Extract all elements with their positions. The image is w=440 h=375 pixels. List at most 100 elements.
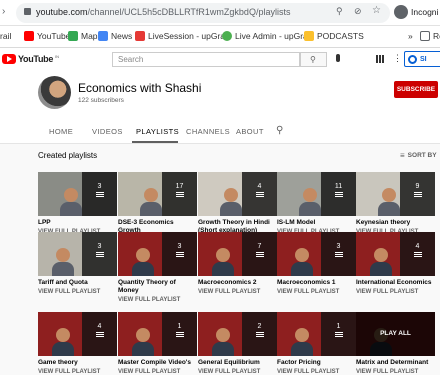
more-vert-icon[interactable]: ⋮ xyxy=(393,53,402,64)
playlist-title[interactable]: International Economics xyxy=(356,279,435,287)
lock-icon xyxy=(24,8,31,15)
playlist-title[interactable]: Macroeconomics 1 xyxy=(277,279,356,287)
address-bar[interactable]: youtube.com/channel/UCL5h5cDBLLRTfR1wmZg… xyxy=(16,3,390,23)
video-count: 4 xyxy=(97,323,102,330)
playlist-card[interactable]: 7 Macroeconomics 2 VIEW FULL PLAYLIST xyxy=(198,232,277,295)
tab-videos[interactable]: VIDEOS xyxy=(92,127,123,136)
video-count: 4 xyxy=(257,183,262,190)
tab-about[interactable]: ABOUT xyxy=(236,127,264,136)
sign-in-button[interactable]: SI xyxy=(404,51,440,67)
playlist-title[interactable]: General Equilibrium xyxy=(198,359,277,367)
playlist-thumbnail[interactable]: 11 xyxy=(277,172,356,216)
presenter-figure xyxy=(291,342,313,356)
tab-channels[interactable]: CHANNELS xyxy=(186,127,230,136)
incognito-icon[interactable] xyxy=(394,5,408,19)
view-full-playlist-link[interactable]: VIEW FULL PLAYLIST xyxy=(118,297,197,303)
playlist-card[interactable]: 9Keynesian theoryVIEW FULL PLAYLIST xyxy=(356,172,435,235)
eye-off-icon[interactable]: ⊘ xyxy=(354,6,362,17)
playlist-thumbnail[interactable]: PLAY ALL xyxy=(356,312,435,356)
subscribe-button[interactable]: SUBSCRIBE xyxy=(394,81,438,98)
profile-label[interactable]: Incogni xyxy=(411,7,438,17)
forward-arrow-icon[interactable]: › xyxy=(2,6,5,17)
playlist-thumbnail[interactable]: 7 xyxy=(198,232,277,276)
playlist-icon xyxy=(255,332,264,339)
view-full-playlist-link[interactable]: VIEW FULL PLAYLIST xyxy=(198,369,277,375)
playlist-thumbnail[interactable]: 2 xyxy=(198,312,277,356)
tab-playlists[interactable]: PLAYLISTS xyxy=(136,127,179,136)
view-full-playlist-link[interactable]: VIEW FULL PLAYLIST xyxy=(277,289,356,295)
bookmark-podcasts[interactable]: PODCASTS xyxy=(304,31,364,41)
playlist-count-overlay: 3 xyxy=(82,172,117,216)
youtube-logo[interactable]: YouTube IN xyxy=(2,54,59,64)
playlist-icon xyxy=(413,252,422,259)
view-full-playlist-link[interactable]: VIEW FULL PLAYLIST xyxy=(356,289,435,295)
bookmark-rail[interactable]: rail xyxy=(0,31,11,41)
channel-search-icon[interactable]: ⚲ xyxy=(276,125,283,136)
playlist-card[interactable]: 4 International Economics VIEW FULL PLAYLI… xyxy=(356,232,435,295)
playlist-thumbnail[interactable]: 1 xyxy=(118,312,197,356)
bookmark-youtube[interactable]: YouTube xyxy=(24,31,70,41)
playlist-icon xyxy=(413,192,422,199)
presenter-head xyxy=(56,248,70,262)
playlist-card[interactable]: 4 Game theory VIEW FULL PLAYLIST xyxy=(38,312,117,375)
playlist-card[interactable]: 3 Quantity Theory of Money VIEW FULL PLAYL… xyxy=(118,232,197,303)
playlist-thumbnail[interactable]: 3 xyxy=(118,232,197,276)
playlist-thumbnail[interactable]: 1 xyxy=(277,312,356,356)
playlist-title[interactable]: Tariff and Quota xyxy=(38,279,117,287)
mic-icon[interactable] xyxy=(336,54,340,62)
playlist-thumbnail[interactable]: 4 xyxy=(198,172,277,216)
playlist-title[interactable]: Master Compile Video's xyxy=(118,359,197,367)
video-count: 9 xyxy=(415,183,420,190)
presenter-figure xyxy=(140,202,162,216)
playlist-title[interactable]: Game theory xyxy=(38,359,117,367)
playlist-thumbnail[interactable]: 4 xyxy=(38,312,117,356)
view-full-playlist-link[interactable]: VIEW FULL PLAYLIST xyxy=(356,369,435,375)
playlist-card[interactable]: 3LPPVIEW FULL PLAYLIST xyxy=(38,172,117,235)
zoom-icon[interactable]: ⚲ xyxy=(336,6,343,17)
playlist-count-overlay: 11 xyxy=(321,172,356,216)
playlist-title[interactable]: Quantity Theory of Money xyxy=(118,279,197,295)
playlist-card[interactable]: PLAY ALL Matrix and Determinant VIEW FULL … xyxy=(356,312,435,375)
sort-button[interactable]: ≡ SORT BY xyxy=(400,151,437,160)
playlist-thumbnail[interactable]: 17 xyxy=(118,172,197,216)
bookmark-live-admin[interactable]: Live Admin - upGrad xyxy=(222,31,312,41)
playlist-thumbnail[interactable]: 3 xyxy=(38,232,117,276)
playlist-thumbnail[interactable]: 4 xyxy=(356,232,435,276)
playlist-card[interactable]: 2 General Equilibrium VIEW FULL PLAYLIST xyxy=(198,312,277,375)
playlist-title[interactable]: Factor Pricing xyxy=(277,359,356,367)
tab-home[interactable]: HOME xyxy=(49,127,73,136)
view-full-playlist-link[interactable]: VIEW FULL PLAYLIST xyxy=(277,369,356,375)
bookmark-maps[interactable]: Maps xyxy=(68,31,102,41)
playlist-title[interactable]: Macroeconomics 2 xyxy=(198,279,277,287)
playlist-title[interactable]: Matrix and Determinant xyxy=(356,359,435,367)
presenter-figure xyxy=(132,342,154,356)
bookmark-livesession[interactable]: LiveSession - upGrad xyxy=(135,31,230,41)
playlist-thumbnail[interactable]: 3 xyxy=(277,232,356,276)
playlist-card[interactable]: 1 Master Compile Video's VIEW FULL PLAYLIS… xyxy=(118,312,197,375)
channel-avatar[interactable] xyxy=(38,76,71,109)
playlist-thumbnail[interactable]: 9 xyxy=(356,172,435,216)
view-full-playlist-link[interactable]: VIEW FULL PLAYLIST xyxy=(38,369,117,375)
search-button[interactable]: ⚲ xyxy=(300,52,327,67)
playlist-title[interactable]: IS-LM Model xyxy=(277,219,356,227)
bookmarks-overflow[interactable]: » xyxy=(408,31,413,41)
search-input[interactable]: Search xyxy=(112,52,300,67)
playlist-thumbnail[interactable]: 3 xyxy=(38,172,117,216)
view-full-playlist-link[interactable]: VIEW FULL PLAYLIST xyxy=(198,289,277,295)
bookmark-news[interactable]: News xyxy=(98,31,132,41)
presenter-figure xyxy=(52,342,74,356)
apps-grid-icon[interactable] xyxy=(376,55,384,63)
playlist-title[interactable]: LPP xyxy=(38,219,117,227)
view-full-playlist-link[interactable]: VIEW FULL PLAYLIST xyxy=(38,289,117,295)
playlist-card[interactable]: 3 Tariff and Quota VIEW FULL PLAYLIST xyxy=(38,232,117,295)
url-domain: youtube.com xyxy=(36,7,88,17)
playlist-card[interactable]: 3 Macroeconomics 1 VIEW FULL PLAYLIST xyxy=(277,232,356,295)
playlist-title[interactable]: Keynesian theory xyxy=(356,219,435,227)
star-icon[interactable]: ☆ xyxy=(372,5,381,16)
playlist-card[interactable]: 11IS-LM ModelVIEW FULL PLAYLIST xyxy=(277,172,356,235)
view-full-playlist-link[interactable]: VIEW FULL PLAYLIST xyxy=(118,369,197,375)
bookmark-reading-list[interactable]: Re xyxy=(420,31,440,41)
playlist-card[interactable]: 1 Factor Pricing VIEW FULL PLAYLIST xyxy=(277,312,356,375)
playlist-count-overlay: 4 xyxy=(400,232,435,276)
play-all-label[interactable]: PLAY ALL xyxy=(356,330,435,337)
